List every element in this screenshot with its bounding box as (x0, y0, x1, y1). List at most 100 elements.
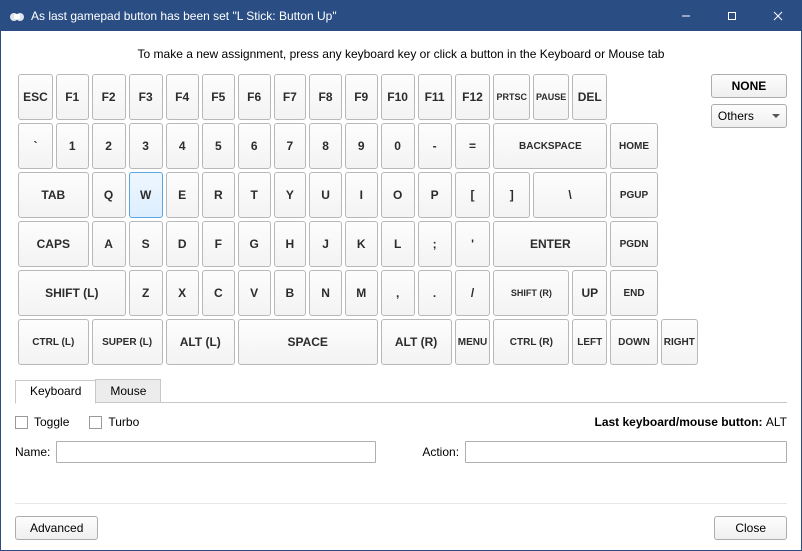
turbo-checkbox[interactable]: Turbo (89, 415, 139, 429)
key-comma[interactable]: , (381, 270, 415, 316)
key-u[interactable]: U (309, 172, 342, 218)
key-f6[interactable]: F6 (238, 74, 271, 120)
key-home[interactable]: HOME (610, 123, 658, 169)
key-v[interactable]: V (238, 270, 271, 316)
key-1[interactable]: 1 (56, 123, 89, 169)
key-f2[interactable]: F2 (92, 74, 126, 120)
key-b[interactable]: B (274, 270, 307, 316)
key-prtsc[interactable]: PRTSC (493, 74, 530, 120)
key-y[interactable]: Y (274, 172, 307, 218)
key-left[interactable]: LEFT (572, 319, 607, 365)
key-apostrophe[interactable]: ' (455, 221, 491, 267)
key-caps[interactable]: CAPS (18, 221, 89, 267)
key-f5[interactable]: F5 (202, 74, 235, 120)
key-menu[interactable]: MENU (455, 319, 491, 365)
toggle-checkbox[interactable]: Toggle (15, 415, 69, 429)
key-space[interactable]: SPACE (238, 319, 378, 365)
key-del[interactable]: DEL (572, 74, 607, 120)
key-super[interactable]: SUPER (L) (92, 319, 163, 365)
key-n[interactable]: N (309, 270, 342, 316)
key-s[interactable]: S (129, 221, 163, 267)
key-m[interactable]: M (345, 270, 378, 316)
key-backspace[interactable]: BACKSPACE (493, 123, 607, 169)
key-l[interactable]: L (381, 221, 415, 267)
key-backslash[interactable]: \ (533, 172, 607, 218)
key-pause[interactable]: PAUSE (533, 74, 569, 120)
key-down[interactable]: DOWN (610, 319, 658, 365)
key-grave[interactable]: ` (18, 123, 53, 169)
key-f1[interactable]: F1 (56, 74, 89, 120)
advanced-button[interactable]: Advanced (15, 516, 98, 540)
key-f4[interactable]: F4 (166, 74, 199, 120)
window-minimize-button[interactable] (663, 1, 709, 31)
toggle-checkbox-label: Toggle (34, 415, 69, 429)
key-ralt[interactable]: ALT (R) (381, 319, 452, 365)
key-6[interactable]: 6 (238, 123, 271, 169)
key-4[interactable]: 4 (166, 123, 199, 169)
key-a[interactable]: A (92, 221, 126, 267)
key-t[interactable]: T (238, 172, 271, 218)
key-w[interactable]: W (129, 172, 163, 218)
key-c[interactable]: C (202, 270, 235, 316)
action-input[interactable] (465, 441, 787, 463)
app-icon (9, 8, 25, 24)
key-o[interactable]: O (381, 172, 415, 218)
key-enter[interactable]: ENTER (493, 221, 607, 267)
key-lshift[interactable]: SHIFT (L) (18, 270, 126, 316)
others-dropdown-label: Others (718, 109, 754, 123)
key-g[interactable]: G (238, 221, 271, 267)
key-lbracket[interactable]: [ (455, 172, 491, 218)
key-i[interactable]: I (345, 172, 378, 218)
key-8[interactable]: 8 (309, 123, 342, 169)
key-f[interactable]: F (202, 221, 235, 267)
key-f3[interactable]: F3 (129, 74, 163, 120)
name-input[interactable] (56, 441, 376, 463)
key-esc[interactable]: ESC (18, 74, 53, 120)
key-f7[interactable]: F7 (274, 74, 307, 120)
key-slash[interactable]: / (455, 270, 491, 316)
key-up[interactable]: UP (572, 270, 607, 316)
key-r[interactable]: R (202, 172, 235, 218)
key-semicolon[interactable]: ; (418, 221, 452, 267)
key-f8[interactable]: F8 (309, 74, 342, 120)
key-5[interactable]: 5 (202, 123, 235, 169)
key-z[interactable]: Z (129, 270, 163, 316)
key-pgdn[interactable]: PGDN (610, 221, 658, 267)
key-rshift[interactable]: SHIFT (R) (493, 270, 569, 316)
key-f12[interactable]: F12 (455, 74, 491, 120)
key-j[interactable]: J (309, 221, 342, 267)
key-pgup[interactable]: PGUP (610, 172, 658, 218)
window-close-button[interactable] (755, 1, 801, 31)
key-tab[interactable]: TAB (18, 172, 89, 218)
key-9[interactable]: 9 (345, 123, 378, 169)
key-2[interactable]: 2 (92, 123, 126, 169)
key-right[interactable]: RIGHT (661, 319, 698, 365)
none-button[interactable]: NONE (711, 74, 787, 98)
tab-mouse[interactable]: Mouse (95, 379, 161, 403)
others-dropdown[interactable]: Others (711, 104, 787, 128)
key-7[interactable]: 7 (274, 123, 307, 169)
key-q[interactable]: Q (92, 172, 126, 218)
key-k[interactable]: K (345, 221, 378, 267)
key-lctrl[interactable]: CTRL (L) (18, 319, 89, 365)
key-rbracket[interactable]: ] (493, 172, 530, 218)
key-h[interactable]: H (274, 221, 307, 267)
key-f9[interactable]: F9 (345, 74, 378, 120)
key-e[interactable]: E (166, 172, 199, 218)
key-p[interactable]: P (418, 172, 452, 218)
key-rctrl[interactable]: CTRL (R) (493, 319, 569, 365)
key-lalt[interactable]: ALT (L) (166, 319, 235, 365)
key-minus[interactable]: - (418, 123, 452, 169)
key-f10[interactable]: F10 (381, 74, 415, 120)
key-f11[interactable]: F11 (418, 74, 452, 120)
key-period[interactable]: . (418, 270, 452, 316)
close-button[interactable]: Close (714, 516, 787, 540)
key-x[interactable]: X (166, 270, 199, 316)
key-d[interactable]: D (166, 221, 199, 267)
key-3[interactable]: 3 (129, 123, 163, 169)
window-maximize-button[interactable] (709, 1, 755, 31)
tab-keyboard[interactable]: Keyboard (15, 380, 96, 404)
key-0[interactable]: 0 (381, 123, 415, 169)
key-equals[interactable]: = (455, 123, 491, 169)
key-end[interactable]: END (610, 270, 658, 316)
